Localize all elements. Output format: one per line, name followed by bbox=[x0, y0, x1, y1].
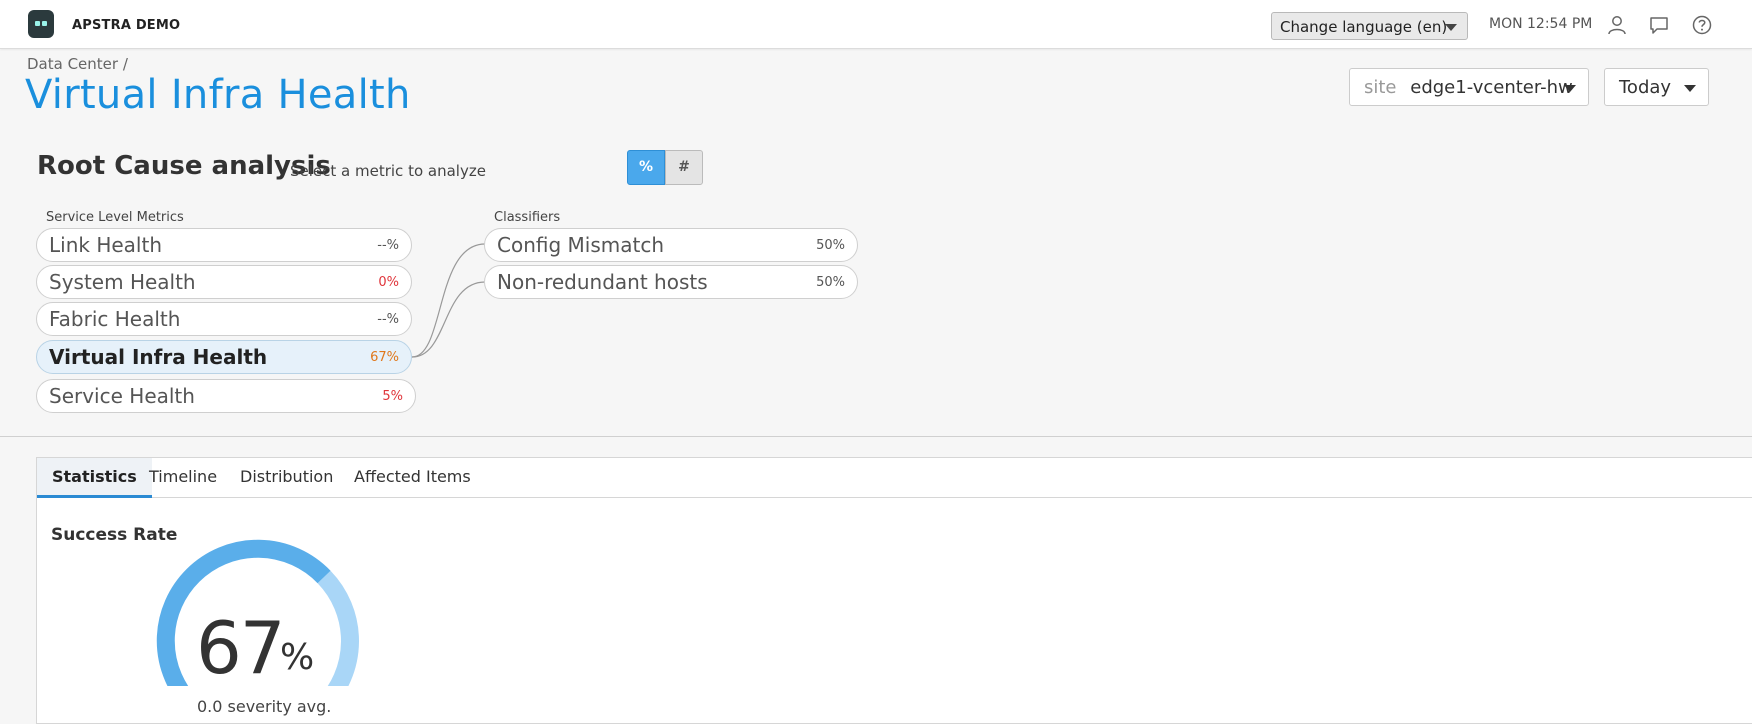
tab-bar: Statistics Timeline Distribution Affecte… bbox=[37, 458, 1752, 498]
tab-timeline[interactable]: Timeline bbox=[134, 458, 232, 498]
metric-service-health[interactable]: Service Health 5% bbox=[36, 379, 416, 413]
top-bar: APSTRA DEMO Change language (en) MON 12:… bbox=[0, 0, 1752, 49]
user-icon[interactable] bbox=[1606, 14, 1628, 36]
root-cause-subtitle: Select a metric to analyze bbox=[290, 162, 486, 180]
metric-fabric-health[interactable]: Fabric Health --% bbox=[36, 302, 412, 336]
metric-name: Fabric Health bbox=[49, 307, 181, 331]
service-level-metrics-label: Service Level Metrics bbox=[46, 210, 184, 225]
metric-name: Virtual Infra Health bbox=[49, 345, 268, 369]
chat-icon[interactable] bbox=[1648, 14, 1670, 36]
metric-name: Service Health bbox=[49, 384, 195, 408]
success-rate-unit: % bbox=[280, 637, 315, 678]
percent-toggle[interactable]: % bbox=[627, 150, 665, 185]
count-toggle[interactable]: # bbox=[665, 150, 703, 185]
chevron-down-icon bbox=[1564, 85, 1576, 92]
metric-value: 0% bbox=[378, 274, 399, 290]
root-cause-title: Root Cause analysis bbox=[37, 151, 331, 181]
metric-value: --% bbox=[377, 311, 399, 327]
tab-affected-items[interactable]: Affected Items bbox=[339, 458, 486, 498]
help-icon[interactable] bbox=[1691, 14, 1713, 36]
site-select-value: edge1-vcenter-hw bbox=[1410, 77, 1573, 98]
chevron-down-icon bbox=[1684, 85, 1696, 92]
metric-value: --% bbox=[377, 237, 399, 253]
metric-name: Link Health bbox=[49, 233, 162, 257]
language-select-value: Change language (en) bbox=[1280, 18, 1448, 36]
gauge-remaining-arc bbox=[317, 570, 359, 686]
section-divider bbox=[0, 436, 1752, 437]
time-range-value: Today bbox=[1619, 77, 1672, 98]
tab-distribution[interactable]: Distribution bbox=[225, 458, 348, 498]
classifier-value: 50% bbox=[816, 274, 845, 290]
metric-link-health[interactable]: Link Health --% bbox=[36, 228, 412, 262]
classifier-value: 50% bbox=[816, 237, 845, 253]
app-title: APSTRA DEMO bbox=[72, 18, 181, 33]
severity-average: 0.0 severity avg. bbox=[197, 697, 332, 716]
classifier-name: Config Mismatch bbox=[497, 233, 665, 257]
site-select-label: site bbox=[1364, 77, 1397, 98]
metric-system-health[interactable]: System Health 0% bbox=[36, 265, 412, 299]
language-select[interactable]: Change language (en) bbox=[1271, 12, 1468, 40]
metric-name: System Health bbox=[49, 270, 196, 294]
classifier-name: Non-redundant hosts bbox=[497, 270, 708, 294]
metric-value: 67% bbox=[370, 349, 399, 365]
site-select[interactable]: site edge1-vcenter-hw bbox=[1349, 68, 1589, 106]
metric-value: 5% bbox=[382, 388, 403, 404]
classifier-connector bbox=[411, 243, 486, 358]
classifier-non-redundant-hosts[interactable]: Non-redundant hosts 50% bbox=[484, 265, 858, 299]
success-rate-value: 67 bbox=[196, 606, 286, 690]
apstra-logo[interactable] bbox=[28, 10, 54, 38]
time-range-select[interactable]: Today bbox=[1604, 68, 1709, 106]
clock: MON 12:54 PM bbox=[1489, 16, 1593, 32]
chevron-down-icon bbox=[1445, 24, 1457, 31]
classifiers-label: Classifiers bbox=[494, 210, 561, 225]
classifier-config-mismatch[interactable]: Config Mismatch 50% bbox=[484, 228, 858, 262]
page-title: Virtual Infra Health bbox=[25, 72, 411, 118]
breadcrumb[interactable]: Data Center / bbox=[27, 55, 128, 73]
metric-virtual-infra-health[interactable]: Virtual Infra Health 67% bbox=[36, 340, 412, 374]
